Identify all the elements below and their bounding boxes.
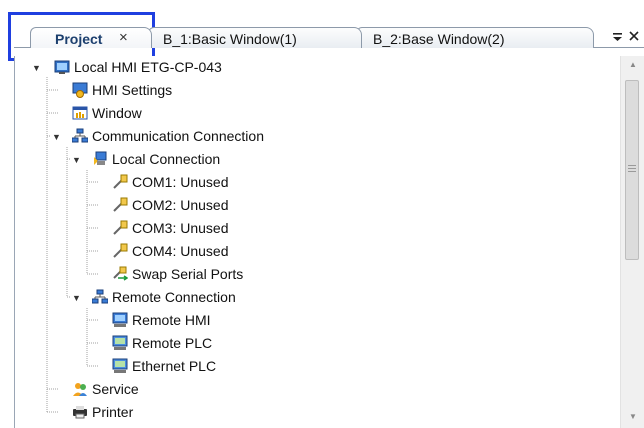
tree-item-label: COM1: Unused <box>132 174 229 190</box>
collapse-arrow-root[interactable]: ▼ <box>32 64 41 73</box>
serial-port-icon <box>112 243 128 259</box>
tree-item-label: Remote PLC <box>132 335 213 351</box>
scroll-grip-icon <box>628 168 636 169</box>
tree-item-label: Remote Connection <box>112 289 236 305</box>
hmi-device-icon <box>54 59 70 75</box>
tree-item-label: COM4: Unused <box>132 243 229 259</box>
tree-item-label: Communication Connection <box>92 128 264 144</box>
tree-item-label: Local Connection <box>112 151 221 167</box>
tree-item-label: COM3: Unused <box>132 220 229 236</box>
tree-item-label: Printer <box>92 404 134 420</box>
network-icon <box>91 289 109 305</box>
tree-item-label: HMI Settings <box>92 82 173 98</box>
tab-base-window-2-label: B_2:Base Window(2) <box>373 31 505 47</box>
scroll-up-icon[interactable]: ▲ <box>621 56 644 74</box>
network-icon <box>71 128 89 144</box>
service-icon <box>72 381 88 397</box>
settings-icon <box>72 82 88 98</box>
tab-basic-window-1-label: B_1:Basic Window(1) <box>163 31 297 47</box>
tree-item-label: Swap Serial Ports <box>132 266 244 282</box>
serial-port-icon <box>112 220 128 236</box>
remote-plc-icon <box>112 335 128 351</box>
project-tree: ▼ Local HMI ETG-CP-043 HMI Settings Wind… <box>14 56 644 428</box>
tab-strip: Project × B_1:Basic Window(1) B_2:Base W… <box>0 0 644 61</box>
collapse-arrow-local-connection[interactable]: ▼ <box>72 156 81 165</box>
local-connection-icon <box>92 151 108 167</box>
tree-item-label: COM2: Unused <box>132 197 229 213</box>
scroll-grip-icon <box>628 165 636 166</box>
ethernet-plc-icon <box>112 358 128 374</box>
scroll-down-icon[interactable]: ▼ <box>621 408 644 426</box>
serial-port-icon <box>112 174 128 190</box>
remote-hmi-icon <box>112 312 128 328</box>
scroll-grip-icon <box>628 171 636 172</box>
tab-project[interactable]: Project × <box>30 27 152 48</box>
tab-base-window-2[interactable]: B_2:Base Window(2) <box>356 27 594 48</box>
collapse-arrow-communication[interactable]: ▼ <box>52 133 61 142</box>
tab-basic-window-1[interactable]: B_1:Basic Window(1) <box>148 27 362 48</box>
window-icon <box>72 105 88 121</box>
tab-menu-icon[interactable] <box>612 28 642 47</box>
tab-project-label: Project <box>55 31 103 47</box>
close-icon[interactable]: × <box>119 28 128 48</box>
scrollbar-thumb[interactable] <box>625 80 639 260</box>
serial-port-icon <box>112 197 128 213</box>
swap-ports-icon <box>112 266 129 282</box>
tree-item-label: Window <box>92 105 142 121</box>
tree-item-label: Ethernet PLC <box>132 358 217 374</box>
collapse-arrow-remote-connection[interactable]: ▼ <box>72 294 81 303</box>
tree-item-label: Remote HMI <box>132 312 211 328</box>
tree-item-label: Service <box>92 381 139 397</box>
printer-icon <box>72 404 88 420</box>
tree-item-label: Local HMI ETG-CP-043 <box>74 59 222 75</box>
vertical-scrollbar[interactable]: ▲ ▼ <box>620 56 644 428</box>
